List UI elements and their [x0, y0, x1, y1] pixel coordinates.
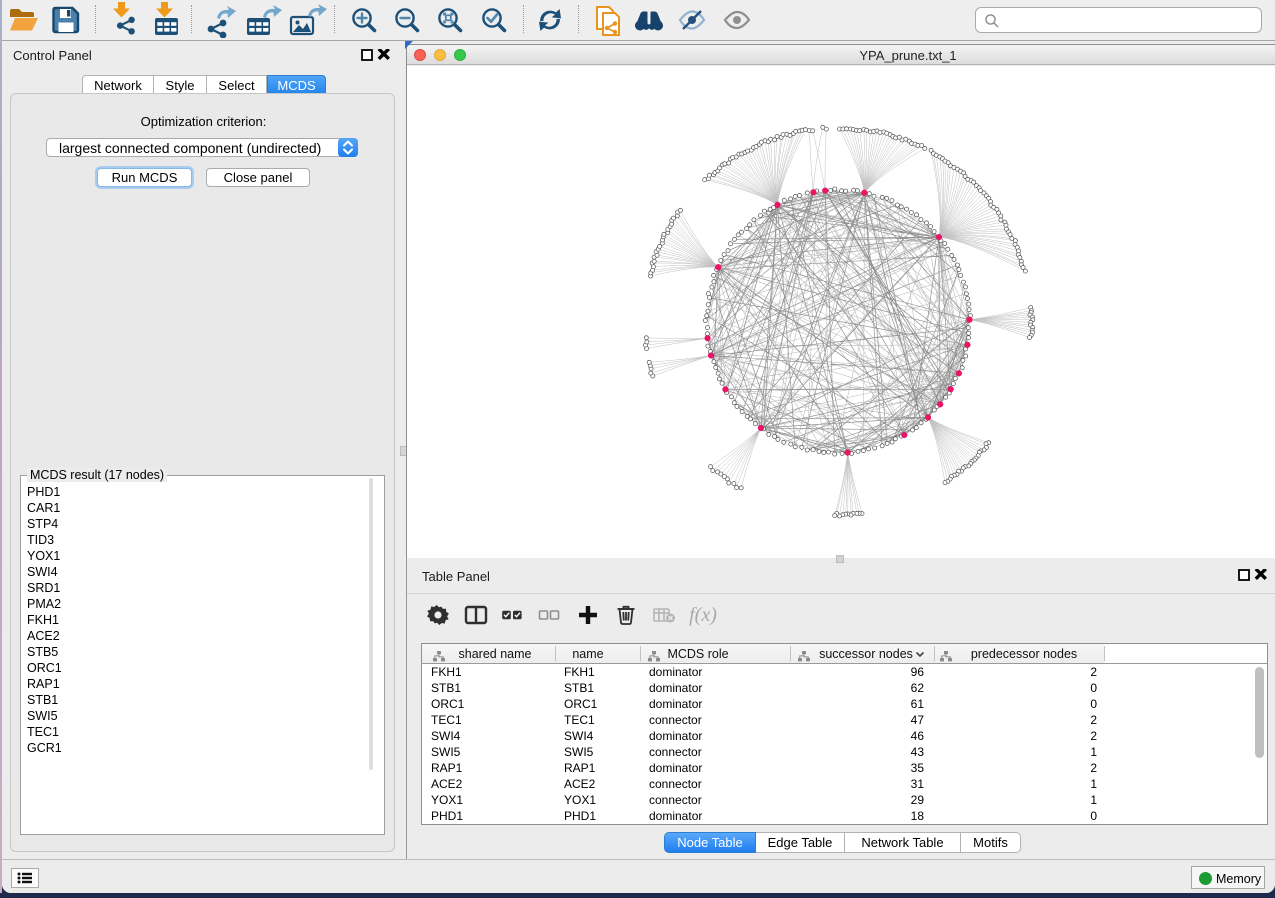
svg-text:f(x): f(x): [689, 604, 717, 626]
